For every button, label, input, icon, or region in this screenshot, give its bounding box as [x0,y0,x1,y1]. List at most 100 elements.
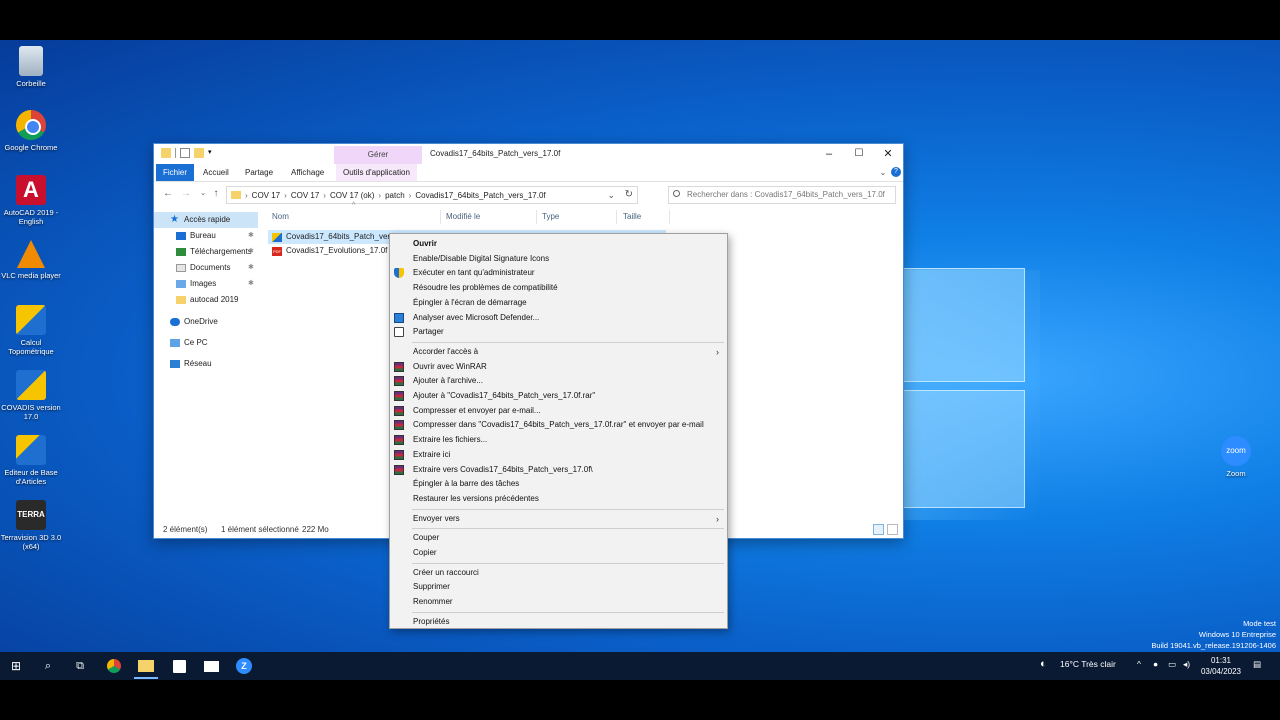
menu-item-8[interactable]: Accorder l'accès à › [390,345,727,359]
breadcrumb-current[interactable]: Covadis17_64bits_Patch_vers_17.0f [415,191,545,200]
nav-item-1[interactable]: Bureau ✱ [154,228,258,244]
folder-icon [161,148,171,158]
menu-item-3[interactable]: Résoudre les problèmes de compatibilité [390,281,727,295]
tab-partage[interactable]: Partage [238,164,280,181]
menu-item-16[interactable]: Extraire vers Covadis17_64bits_Patch_ver… [390,463,727,477]
menu-item-15[interactable]: Extraire ici [390,448,727,462]
menu-item-26[interactable]: Supprimer [390,580,727,594]
help-icon[interactable]: ? [891,167,901,177]
menu-item-12[interactable]: Compresser et envoyer par e-mail... [390,404,727,418]
zoom-taskbar-icon[interactable]: Z [236,658,252,674]
menu-item-10[interactable]: Ajouter à l'archive... [390,374,727,388]
microphone-icon[interactable]: ● [1153,659,1158,669]
recent-locations-icon[interactable]: ⌄ [197,188,209,200]
desktop-icon-recycle-bin[interactable]: Corbeille [0,46,62,88]
breadcrumb-cov17-ok[interactable]: COV 17 (ok) [330,191,374,200]
menu-item-6[interactable]: Partager [390,325,727,339]
desktop-icon-vlc[interactable]: VLC media player [0,240,62,280]
properties-icon[interactable] [180,148,190,158]
nav-item-5[interactable]: autocad 2019 [154,292,258,308]
menu-item-13[interactable]: Compresser dans "Covadis17_64bits_Patch_… [390,418,727,432]
tab-outils-application[interactable]: Outils d'application [336,164,417,181]
desktop-icon-covadis[interactable]: COVADIS version 17.0 [0,370,62,421]
breadcrumb-cov17-b[interactable]: COV 17 [291,191,319,200]
nav-item-label: Ce PC [184,338,208,347]
menu-item-label: Envoyer vers [413,513,460,523]
menu-item-9[interactable]: Ouvrir avec WinRAR [390,360,727,374]
menu-item-20[interactable]: Envoyer vers › [390,512,727,526]
menu-item-17[interactable]: Épingler à la barre des tâches [390,477,727,491]
menu-item-11[interactable]: Ajouter à "Covadis17_64bits_Patch_vers_1… [390,389,727,403]
chrome-taskbar-icon[interactable] [107,659,121,673]
nav-item-8[interactable]: Réseau [154,356,258,372]
desktop-icon-chrome[interactable]: Google Chrome [0,110,62,152]
column-header-type[interactable]: Type [542,212,559,221]
menu-item-label: Partager [413,327,444,337]
chevron-down-icon[interactable]: ⌄ [607,190,615,201]
search-input[interactable]: Rechercher dans : Covadis17_64bits_Patch… [668,186,896,204]
desktop-icon-editeur[interactable]: Editeur de Base d'Articles [0,435,62,486]
menu-item-23[interactable]: Copier [390,546,727,560]
menu-item-2[interactable]: Exécuter en tant qu'administrateur [390,266,727,280]
desktop-icon-autocad[interactable]: A AutoCAD 2019 - English [0,175,62,226]
expand-ribbon-icon[interactable]: ⌄ [878,168,888,178]
menu-item-18[interactable]: Restaurer les versions précédentes [390,492,727,506]
minimize-button[interactable]: – [814,147,844,161]
desktop-icon-calcul[interactable]: Calcul Topométrique [0,305,62,356]
menu-item-4[interactable]: Épingler à l'écran de démarrage [390,296,727,310]
menu-item-29[interactable]: Propriétés [390,615,727,629]
column-header-size[interactable]: Taille [623,212,641,221]
menu-item-14[interactable]: Extraire les fichiers... [390,433,727,447]
weather-text[interactable]: 16°C Très clair [1060,659,1116,669]
maximize-button[interactable]: ☐ [844,147,874,161]
desktop-icon-label: AutoCAD 2019 - English [3,208,59,226]
menu-item-25[interactable]: Créer un raccourci [390,566,727,580]
menu-item-0[interactable]: Ouvrir [390,237,727,251]
menu-item-22[interactable]: Couper [390,531,727,545]
breadcrumb-patch[interactable]: patch [385,191,405,200]
menu-item-27[interactable]: Renommer [390,595,727,609]
large-icons-view-icon[interactable] [887,524,898,535]
file-explorer-taskbar-icon[interactable] [138,660,154,672]
menu-item-5[interactable]: Analyser avec Microsoft Defender... [390,311,727,325]
menu-item-1[interactable]: Enable/Disable Digital Signature Icons [390,252,727,266]
task-view-icon[interactable]: ⧉ [70,656,90,676]
new-folder-icon[interactable] [194,148,204,158]
desktop-icon-zoom[interactable]: zoom Zoom [1205,436,1267,478]
network-icon[interactable]: ▭ [1168,659,1176,670]
chevron-up-icon[interactable]: ^ [1137,659,1141,669]
wallpaper-windows-logo [900,268,1030,522]
store-taskbar-icon[interactable] [173,660,186,673]
start-button[interactable]: ⊞ [6,656,26,676]
menu-item-label: Copier [413,548,437,557]
refresh-icon[interactable]: ↻ [625,189,633,200]
back-arrow-icon[interactable]: ← [162,188,174,200]
breadcrumb-cov17-a[interactable]: COV 17 [252,191,280,200]
nav-item-7[interactable]: Ce PC [154,335,258,351]
mail-taskbar-icon[interactable] [204,661,219,672]
tab-affichage[interactable]: Affichage [284,164,331,181]
nav-item-3[interactable]: Documents ✱ [154,260,258,276]
up-arrow-icon[interactable]: ↑ [210,188,222,200]
details-view-icon[interactable] [873,524,884,535]
notifications-icon[interactable]: ▤ [1253,659,1261,670]
weather-icon[interactable]: ◐ [1040,658,1047,670]
nav-item-6[interactable]: OneDrive [154,314,258,330]
search-icon[interactable]: ⌕ [38,656,58,676]
nav-item-0[interactable]: ★ Accès rapide [154,212,258,228]
column-header-name[interactable]: Nom [272,212,289,221]
title-bar[interactable]: ▾ Gérer Covadis17_64bits_Patch_vers_17.0… [154,144,903,164]
tab-accueil[interactable]: Accueil [196,164,236,181]
nav-item-4[interactable]: Images ✱ [154,276,258,292]
volume-icon[interactable]: ◂) [1183,659,1190,670]
address-bar[interactable]: › COV 17 › COV 17 › COV 17 (ok) › patch … [226,186,638,204]
desktop-icon-terravision[interactable]: TERRA Terravision 3D 3.0 (x64) [0,500,62,551]
nav-item-2[interactable]: Téléchargements ✱ [154,244,258,260]
clock[interactable]: 01:31 03/04/2023 [1198,655,1244,677]
forward-arrow-icon[interactable]: → [180,188,192,200]
customize-toolbar-icon[interactable]: ▾ [208,148,218,158]
tab-fichier[interactable]: Fichier [156,164,195,181]
editeur-icon [16,435,46,465]
close-button[interactable]: ✕ [873,147,903,161]
column-header-modified[interactable]: Modifié le [446,212,480,221]
